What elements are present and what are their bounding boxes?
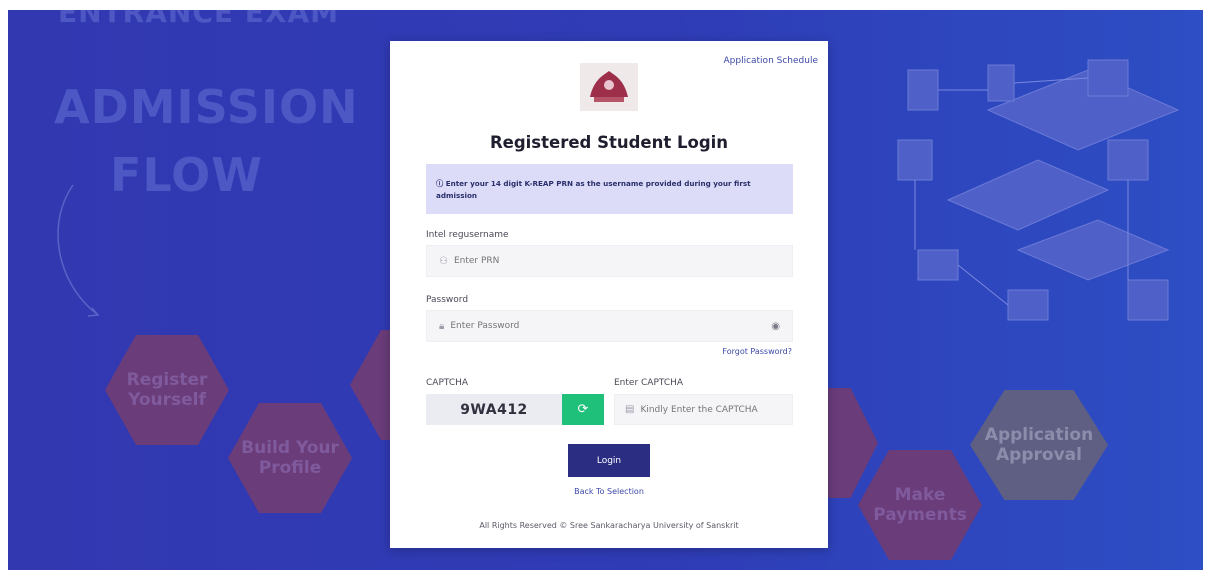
flow-arrow-icon [57,184,100,317]
refresh-captcha-button[interactable]: ⟳ [562,394,604,425]
page-title: Registered Student Login [489,133,729,152]
username-label: Intel regusername [426,230,509,240]
user-icon: ⚇ [439,255,448,267]
isometric-illustration-icon [897,59,1180,321]
password-field[interactable]: 🔒︎ ◉ [426,310,793,342]
lock-icon: 🔒︎ [439,320,445,332]
captcha-input[interactable] [640,404,792,415]
flow-title: FLOW [110,148,263,202]
forgot-password-link[interactable]: Forgot Password? [722,347,792,356]
captcha-icon: ▤ [625,404,635,415]
captcha-field[interactable]: ▤ [614,394,793,425]
password-label: Password [426,295,469,305]
step-register-yourself: Register Yourself [105,335,229,445]
step-application-approval: Application Approval [970,390,1108,500]
captcha-image: 9WA412 [426,394,562,425]
application-schedule-link[interactable]: Application Schedule [723,56,818,66]
refresh-icon: ⟳ [577,402,589,417]
info-banner: ⓘ Enter your 14 digit K-REAP PRN as the … [426,164,793,214]
password-input[interactable] [450,321,792,331]
login-card: Application Schedule Registered Student … [390,41,828,548]
username-field[interactable]: ⚇ [426,245,793,277]
step-make-payments: Make Payments [858,450,982,560]
enter-captcha-label: Enter CAPTCHA [614,378,684,388]
back-to-selection-link[interactable]: Back To Selection [390,487,828,496]
admission-title: ADMISSION [54,80,359,134]
copyright-footer: All Rights Reserved © Sree Sankaracharya… [479,521,739,530]
login-button[interactable]: Login [568,444,650,477]
eye-icon[interactable]: ◉ [771,321,780,332]
prn-input[interactable] [453,256,792,266]
university-logo-icon [580,63,638,111]
step-build-profile: Build Your Profile [228,403,352,513]
entrance-exam-text: ENTRANCE EXAM [58,10,339,29]
captcha-label: CAPTCHA [426,378,469,388]
